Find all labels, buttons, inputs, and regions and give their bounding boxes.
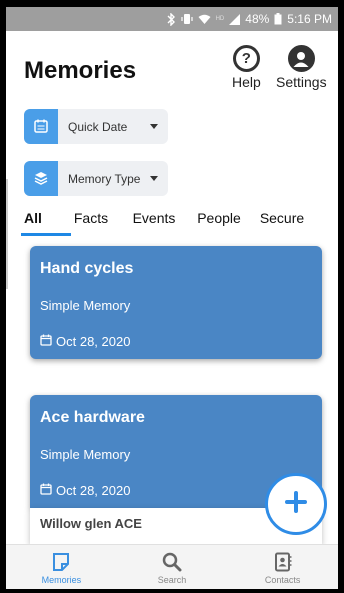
tab-secure[interactable]: Secure bbox=[252, 203, 312, 239]
layers-icon bbox=[33, 170, 49, 191]
battery-percent: 48% bbox=[245, 12, 270, 26]
memory-card[interactable]: Hand cycles Simple Memory Oct 28, 2020 bbox=[30, 246, 322, 359]
chevron-down-icon bbox=[150, 176, 158, 181]
memory-type-label: Memory Type bbox=[68, 171, 141, 186]
battery-icon bbox=[274, 13, 282, 25]
status-bar: HD 48% 5:16 PM bbox=[6, 7, 338, 31]
search-icon bbox=[162, 551, 182, 573]
app-screen: HD 48% 5:16 PM Memories ? Help Settings … bbox=[6, 7, 338, 589]
tab-events[interactable]: Events bbox=[122, 203, 186, 239]
nav-memories-label: Memories bbox=[41, 575, 82, 585]
chevron-down-icon bbox=[150, 124, 158, 129]
calendar-icon bbox=[33, 118, 49, 139]
settings-button[interactable]: Settings bbox=[276, 45, 327, 90]
nav-contacts-label: Contacts bbox=[264, 575, 301, 585]
memory-subtitle: Willow glen ACE bbox=[40, 516, 142, 531]
memory-date-text: Oct 28, 2020 bbox=[56, 483, 131, 498]
wifi-icon bbox=[198, 14, 211, 25]
note-icon bbox=[51, 551, 71, 573]
help-button[interactable]: ? Help bbox=[232, 45, 261, 90]
quick-date-dropdown[interactable]: Quick Date bbox=[24, 109, 168, 144]
calendar-icon bbox=[40, 334, 52, 349]
memory-type: Simple Memory bbox=[40, 447, 131, 462]
memory-type-dropdown[interactable]: Memory Type bbox=[24, 161, 168, 196]
vibrate-icon bbox=[180, 13, 193, 25]
signal-icon bbox=[229, 13, 241, 25]
quick-date-label: Quick Date bbox=[68, 119, 128, 134]
nav-search-label: Search bbox=[157, 575, 187, 585]
memory-date-text: Oct 28, 2020 bbox=[56, 334, 131, 349]
memory-title: Hand cycles bbox=[40, 260, 134, 277]
help-icon: ? bbox=[232, 45, 260, 72]
bluetooth-icon bbox=[167, 12, 176, 26]
network-badge: HD bbox=[215, 16, 225, 22]
calendar-icon bbox=[40, 483, 52, 498]
page-title: Memories bbox=[24, 57, 137, 84]
memory-date: Oct 28, 2020 bbox=[40, 483, 130, 498]
add-memory-button[interactable] bbox=[265, 473, 327, 535]
nav-memories[interactable]: Memories bbox=[6, 545, 117, 589]
nav-contacts[interactable]: Contacts bbox=[227, 545, 338, 589]
help-label: Help bbox=[232, 74, 261, 90]
device-top-edge bbox=[0, 0, 344, 14]
memory-type: Simple Memory bbox=[40, 298, 131, 313]
memory-date: Oct 28, 2020 bbox=[40, 334, 130, 349]
memory-title: Ace hardware bbox=[40, 409, 145, 426]
tab-people[interactable]: People bbox=[186, 203, 252, 239]
profile-settings-icon bbox=[287, 45, 315, 72]
nav-search[interactable]: Search bbox=[117, 545, 228, 589]
plus-icon bbox=[285, 490, 307, 518]
status-time: 5:16 PM bbox=[287, 12, 332, 26]
bottom-navigation: Memories Search Contacts bbox=[6, 544, 338, 589]
settings-label: Settings bbox=[276, 74, 327, 90]
contacts-book-icon bbox=[273, 551, 293, 573]
active-tab-indicator bbox=[21, 233, 71, 236]
